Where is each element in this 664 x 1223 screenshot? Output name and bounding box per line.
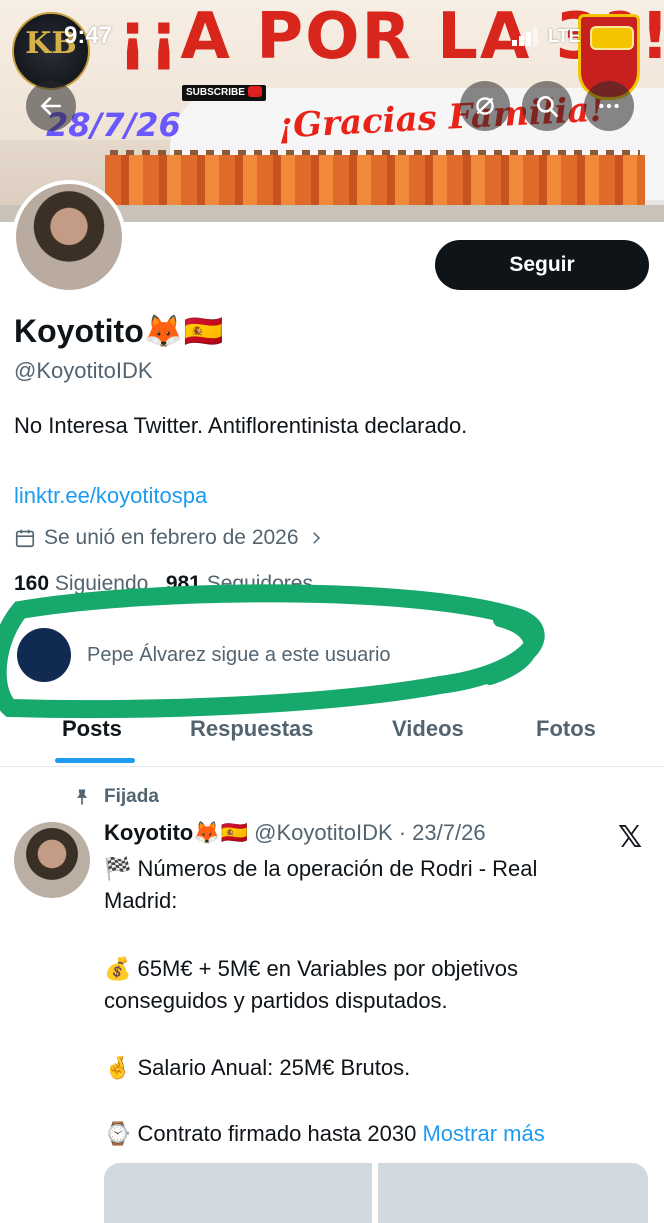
follow-button[interactable]: Seguir bbox=[435, 240, 649, 290]
profile-bio: No Interesa Twitter. Antiflorentinista d… bbox=[14, 413, 468, 438]
post-text-line: 🏁 Números de la operación de Rodri - Rea… bbox=[104, 856, 538, 881]
arrow-left-icon bbox=[40, 97, 61, 115]
post-text-line: Madrid: bbox=[104, 888, 178, 913]
more-options-button[interactable] bbox=[584, 81, 634, 131]
more-dots-icon bbox=[599, 103, 619, 109]
post-meta: @KoyotitoIDK · 23/7/26 bbox=[254, 820, 486, 845]
followers-count[interactable]: 981 bbox=[166, 572, 201, 595]
tab-replies[interactable]: Respuestas bbox=[190, 716, 314, 742]
following-count[interactable]: 160 bbox=[14, 572, 49, 595]
search-icon bbox=[537, 96, 559, 118]
signal-icon bbox=[512, 28, 538, 46]
profile-avatar[interactable] bbox=[12, 180, 126, 294]
status-time: 9:47 bbox=[64, 22, 113, 49]
post-text-line: 🤞 Salario Anual: 25M€ Brutos. bbox=[104, 1055, 411, 1080]
status-carrier: LTE bbox=[548, 26, 581, 46]
followers-label[interactable]: Seguidores bbox=[207, 572, 313, 595]
tab-posts[interactable]: Posts bbox=[62, 716, 122, 742]
show-more-link[interactable]: Mostrar más bbox=[422, 1121, 544, 1146]
post-author-avatar[interactable] bbox=[14, 822, 90, 898]
active-tab-indicator bbox=[55, 758, 135, 763]
post-header: Koyotito🦊🇪🇸 @KoyotitoIDK · 23/7/26 bbox=[104, 820, 486, 846]
play-icon bbox=[247, 86, 262, 97]
post-text: ⌚ Contrato firmado hasta 2030 bbox=[104, 1121, 417, 1146]
post-text-line: conseguidos y partidos disputados. bbox=[104, 988, 448, 1013]
tab-videos[interactable]: Videos bbox=[392, 716, 464, 742]
search-button[interactable] bbox=[522, 81, 572, 131]
post-media-1[interactable] bbox=[104, 1163, 372, 1223]
calendar-icon bbox=[15, 529, 35, 548]
post-media-2[interactable] bbox=[378, 1163, 648, 1223]
back-button[interactable] bbox=[26, 81, 76, 131]
joined-date-row[interactable]: Se unió en febrero de 2026 bbox=[14, 526, 325, 550]
following-label[interactable]: Siguiendo bbox=[55, 572, 148, 595]
chevron-right-icon bbox=[312, 532, 320, 544]
grok-button[interactable] bbox=[460, 81, 510, 131]
pinned-label: Fijada bbox=[104, 786, 159, 807]
profile-name: Koyotito🦊🇪🇸 bbox=[14, 313, 224, 349]
profile-handle: @KoyotitoIDK bbox=[14, 358, 153, 383]
grok-icon bbox=[476, 97, 494, 115]
followed-by-row[interactable]: Pepe Álvarez sigue a este usuario bbox=[17, 627, 391, 683]
tab-divider bbox=[0, 766, 664, 767]
subscribe-badge: SUBSCRIBE bbox=[182, 85, 266, 101]
tab-photos[interactable]: Fotos bbox=[536, 716, 596, 742]
post-author-name[interactable]: Koyotito🦊🇪🇸 bbox=[104, 820, 248, 845]
follower-avatar bbox=[17, 628, 71, 682]
subscribe-label: SUBSCRIBE bbox=[186, 87, 245, 98]
x-logo-icon: 𝕏 bbox=[618, 820, 643, 855]
pinned-indicator: Fijada bbox=[72, 786, 159, 808]
follow-stats: 160 Siguiendo 981 Seguidores bbox=[14, 572, 313, 596]
followed-by-text: Pepe Álvarez sigue a este usuario bbox=[87, 643, 391, 666]
profile-link[interactable]: linktr.ee/koyotitospa bbox=[14, 483, 207, 509]
pin-icon bbox=[77, 789, 87, 805]
joined-date: Se unió en febrero de 2026 bbox=[44, 526, 299, 549]
post-text-line: 💰 65M€ + 5M€ en Variables por objetivos bbox=[104, 956, 519, 981]
post-text-line-last: ⌚ Contrato firmado hasta 2030 Mostrar má… bbox=[104, 1121, 545, 1147]
battery-icon bbox=[590, 26, 634, 50]
